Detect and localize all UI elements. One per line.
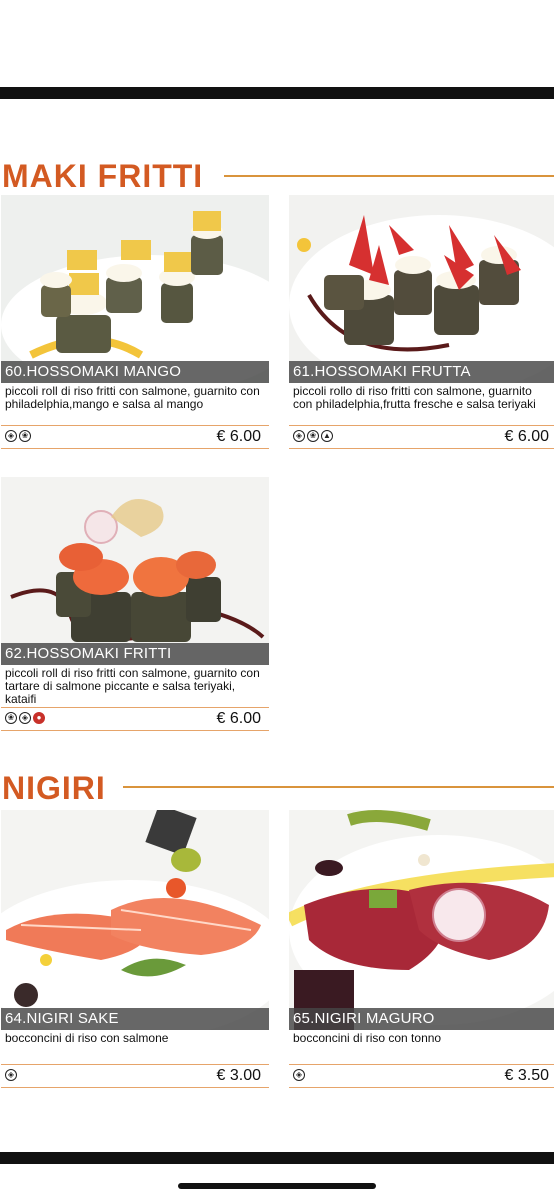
leaf-icon: ❀ [5, 712, 17, 724]
dish-price: € 3.00 [216, 1067, 261, 1084]
dish-description: piccoli roll di riso fritti con salmone,… [5, 384, 260, 411]
section-title-maki-fritti: MAKI FRITTI [2, 158, 204, 194]
fish-icon: ◈ [5, 1069, 17, 1081]
dish-description: piccoli roll di riso fritti con salmone,… [5, 666, 260, 706]
fish-icon: ◈ [293, 430, 305, 442]
section-divider-line [123, 786, 554, 788]
menu-item-card[interactable]: 61.HOSSOMAKI FRUTTA piccoli rollo di ris… [289, 195, 554, 449]
dish-price: € 6.00 [216, 428, 261, 445]
card-divider [1, 1087, 269, 1088]
leaf-icon: ❀ [307, 430, 319, 442]
dish-photo: 64.NIGIRI SAKE [1, 810, 269, 1030]
section-divider-line [224, 175, 554, 177]
dish-photo: 61.HOSSOMAKI FRUTTA [289, 195, 554, 383]
menu-item-card[interactable]: 65.NIGIRI MAGURO bocconcini di riso con … [289, 810, 554, 1088]
menu-item-card[interactable]: 60.HOSSOMAKI MANGO piccoli roll di riso … [1, 195, 269, 449]
bottom-divider-bar [0, 1152, 554, 1164]
dish-price: € 3.50 [504, 1067, 549, 1084]
chili-icon: ● [33, 712, 45, 724]
menu-item-card[interactable]: 64.NIGIRI SAKE bocconcini di riso con sa… [1, 810, 269, 1088]
fish-icon: ◈ [19, 712, 31, 724]
card-divider [289, 448, 554, 449]
menu-item-card[interactable]: 62.HOSSOMAKI FRITTI piccoli roll di riso… [1, 477, 269, 731]
dish-photo: 62.HOSSOMAKI FRITTI [1, 477, 269, 665]
dish-description: bocconcini di riso con salmone [5, 1031, 169, 1045]
fish-icon: ◈ [5, 430, 17, 442]
home-indicator[interactable] [178, 1183, 376, 1189]
dish-name: 65.NIGIRI MAGURO [289, 1008, 554, 1030]
dish-name: 61.HOSSOMAKI FRUTTA [289, 361, 554, 383]
dish-name: 64.NIGIRI SAKE [1, 1008, 269, 1030]
dish-description: piccoli rollo di riso fritti con salmone… [293, 384, 536, 411]
dish-name: 62.HOSSOMAKI FRITTI [1, 643, 269, 665]
leaf-icon: ❀ [19, 430, 31, 442]
dish-description: bocconcini di riso con tonno [293, 1031, 442, 1045]
dish-price: € 6.00 [216, 710, 261, 727]
section-title-nigiri: NIGIRI [2, 770, 106, 806]
fish-icon: ◈ [293, 1069, 305, 1081]
bottle-icon: ▲ [321, 430, 333, 442]
dish-photo: 60.HOSSOMAKI MANGO [1, 195, 269, 383]
card-divider [289, 1087, 554, 1088]
dish-price: € 6.00 [504, 428, 549, 445]
dish-photo: 65.NIGIRI MAGURO [289, 810, 554, 1030]
dish-name: 60.HOSSOMAKI MANGO [1, 361, 269, 383]
card-divider [1, 730, 269, 731]
top-divider-bar [0, 87, 554, 99]
card-divider [1, 448, 269, 449]
